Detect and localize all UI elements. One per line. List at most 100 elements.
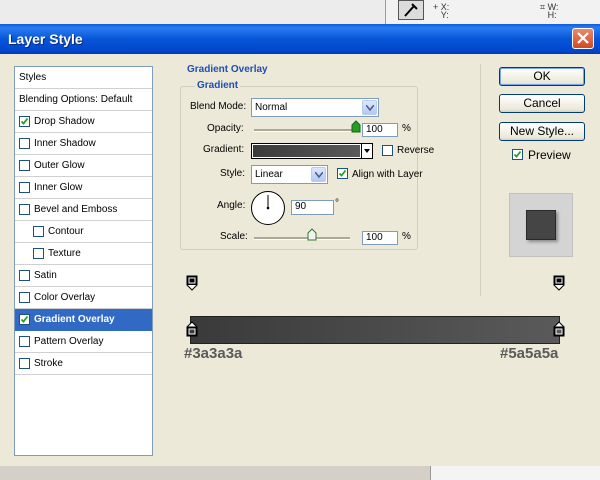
style-value: Linear bbox=[255, 169, 283, 180]
wh-readout: ⌗ W: H: bbox=[540, 2, 559, 20]
styles-item-outer-glow[interactable]: Outer Glow bbox=[15, 155, 152, 177]
opacity-stop-left[interactable] bbox=[186, 275, 198, 294]
styles-item-label: Stroke bbox=[34, 358, 63, 369]
xy-label: X: Y: bbox=[440, 2, 450, 20]
styles-item-label: Satin bbox=[34, 270, 57, 281]
checkmark-icon bbox=[513, 150, 522, 158]
blend-mode-select[interactable]: Normal bbox=[251, 98, 379, 117]
layer-style-dialog: Layer Style Styles Blending Options: Defa… bbox=[0, 24, 600, 466]
checkmark-icon bbox=[20, 117, 29, 125]
styles-item-divider bbox=[15, 374, 152, 375]
style-checkbox[interactable] bbox=[19, 358, 30, 369]
dialog-title: Layer Style bbox=[8, 31, 83, 47]
style-checkbox[interactable] bbox=[19, 204, 30, 215]
right-color-hex: #5a5a5a bbox=[500, 345, 559, 362]
preview-checkbox[interactable] bbox=[512, 149, 523, 160]
checkmark-icon bbox=[338, 169, 347, 177]
angle-unit: ° bbox=[335, 198, 339, 209]
blend-mode-label: Blend Mode: bbox=[190, 101, 247, 112]
styles-item-texture[interactable]: Texture bbox=[15, 243, 152, 265]
styles-item-satin[interactable]: Satin bbox=[15, 265, 152, 287]
cancel-button[interactable]: Cancel bbox=[499, 94, 585, 113]
angle-label: Angle: bbox=[217, 200, 246, 211]
styles-item-inner-shadow[interactable]: Inner Shadow bbox=[15, 133, 152, 155]
opacity-slider-thumb[interactable] bbox=[351, 120, 361, 136]
styles-item-label: Texture bbox=[48, 248, 81, 259]
scale-label: Scale: bbox=[220, 231, 248, 242]
reverse-checkbox[interactable] bbox=[382, 145, 393, 156]
style-checkbox[interactable] bbox=[33, 226, 44, 237]
opacity-slider[interactable] bbox=[254, 129, 356, 132]
chevron-down-icon[interactable] bbox=[311, 167, 326, 182]
preview-swatch bbox=[526, 210, 556, 240]
blend-mode-value: Normal bbox=[255, 102, 288, 113]
layers-panel-edge bbox=[430, 466, 600, 480]
style-checkbox[interactable] bbox=[19, 160, 30, 171]
reverse-label: Reverse bbox=[397, 145, 435, 156]
wh-label: W: H: bbox=[547, 2, 559, 20]
left-color-hex: #3a3a3a bbox=[184, 345, 243, 362]
gradient-picker[interactable] bbox=[251, 143, 373, 159]
opacity-unit: % bbox=[402, 123, 411, 134]
color-stop-left[interactable] bbox=[186, 321, 198, 340]
styles-item-inner-glow[interactable]: Inner Glow bbox=[15, 177, 152, 199]
styles-item-label: Color Overlay bbox=[34, 292, 96, 303]
styles-item-label: Contour bbox=[48, 226, 84, 237]
gradient-dropdown-arrow-icon[interactable] bbox=[361, 144, 373, 158]
styles-item-label: Inner Shadow bbox=[34, 138, 96, 149]
styles-item-color-overlay[interactable]: Color Overlay bbox=[15, 287, 152, 309]
close-icon bbox=[577, 32, 589, 44]
gradient-group-title: Gradient bbox=[195, 80, 241, 91]
background-canvas bbox=[0, 0, 385, 24]
align-with-layer-checkbox[interactable] bbox=[337, 168, 348, 179]
opacity-stop-right[interactable] bbox=[553, 275, 565, 294]
styles-item-bevel-and-emboss[interactable]: Bevel and Emboss bbox=[15, 199, 152, 221]
style-checkbox[interactable] bbox=[19, 182, 30, 193]
styles-item-contour[interactable]: Contour bbox=[15, 221, 152, 243]
title-bar[interactable]: Layer Style bbox=[0, 24, 600, 54]
styles-item-drop-shadow[interactable]: Drop Shadow bbox=[15, 111, 152, 133]
scale-unit: % bbox=[402, 231, 411, 242]
angle-dial[interactable] bbox=[250, 190, 286, 229]
scale-slider-thumb[interactable] bbox=[307, 228, 317, 244]
styles-item-label: Blending Options: Default bbox=[19, 94, 133, 105]
scale-slider[interactable] bbox=[254, 237, 350, 240]
xy-readout: + X: Y: bbox=[433, 2, 450, 20]
eyedropper-tool-icon[interactable] bbox=[398, 0, 424, 20]
crosshair-icon: + bbox=[433, 2, 439, 12]
styles-item-blending-options-default[interactable]: Blending Options: Default bbox=[15, 89, 152, 111]
preview-label: Preview bbox=[528, 148, 571, 162]
gradient-swatch[interactable] bbox=[253, 145, 360, 157]
opacity-input[interactable]: 100 bbox=[362, 123, 398, 137]
styles-item-label: Outer Glow bbox=[34, 160, 85, 171]
angle-input[interactable]: 90 bbox=[291, 200, 334, 215]
styles-item-gradient-overlay[interactable]: Gradient Overlay bbox=[15, 309, 152, 331]
styles-item-label: Gradient Overlay bbox=[34, 314, 115, 325]
new-style-button[interactable]: New Style... bbox=[499, 122, 585, 141]
styles-item-pattern-overlay[interactable]: Pattern Overlay bbox=[15, 331, 152, 353]
styles-item-label: Drop Shadow bbox=[34, 116, 95, 127]
styles-item-label: Inner Glow bbox=[34, 182, 83, 193]
ok-button[interactable]: OK bbox=[499, 67, 585, 86]
gradient-overlay-title: Gradient Overlay bbox=[185, 64, 270, 75]
gradient-bar[interactable] bbox=[190, 316, 560, 344]
style-checkbox[interactable] bbox=[19, 270, 30, 281]
gradient-label: Gradient: bbox=[203, 144, 245, 155]
style-checkbox[interactable] bbox=[19, 138, 30, 149]
color-stop-right[interactable] bbox=[553, 321, 565, 340]
styles-item-stroke[interactable]: Stroke bbox=[15, 353, 152, 375]
scale-input[interactable]: 100 bbox=[362, 231, 398, 245]
styles-item-styles[interactable]: Styles bbox=[15, 67, 152, 89]
close-button[interactable] bbox=[572, 28, 594, 49]
chevron-down-icon[interactable] bbox=[362, 100, 377, 115]
styles-item-label: Pattern Overlay bbox=[34, 336, 104, 347]
style-select[interactable]: Linear bbox=[251, 165, 328, 184]
styles-list: Styles Blending Options: Default Drop Shad… bbox=[14, 66, 153, 456]
style-checkbox[interactable] bbox=[19, 292, 30, 303]
style-checkbox[interactable] bbox=[19, 336, 30, 347]
style-checkbox[interactable] bbox=[33, 248, 44, 259]
checkmark-icon bbox=[20, 315, 29, 323]
opacity-label: Opacity: bbox=[207, 123, 244, 134]
style-checkbox[interactable] bbox=[19, 314, 30, 325]
style-checkbox[interactable] bbox=[19, 116, 30, 127]
